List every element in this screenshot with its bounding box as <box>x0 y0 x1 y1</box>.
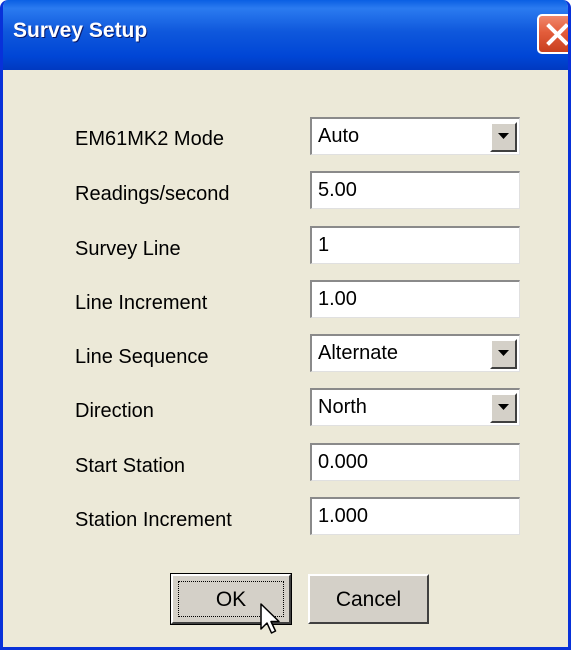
line-sequence-value: Alternate <box>318 342 399 364</box>
dialog-title: Survey Setup <box>13 19 148 42</box>
start-station-label: Start Station <box>75 455 186 477</box>
direction-label: Direction <box>75 400 154 422</box>
start-station-input[interactable]: 0.000 <box>310 443 520 481</box>
line-increment-label: Line Increment <box>75 292 208 314</box>
direction-dropdown-button[interactable] <box>490 393 517 423</box>
line-sequence-select[interactable]: Alternate <box>310 334 520 372</box>
start-station-value: 0.000 <box>318 451 369 473</box>
readings-per-second-value: 5.00 <box>318 179 357 201</box>
survey-line-label: Survey Line <box>75 238 181 260</box>
line-increment-input[interactable]: 1.00 <box>310 280 520 318</box>
cancel-button-label: Cancel <box>335 588 402 611</box>
cancel-button[interactable]: Cancel <box>308 574 429 624</box>
direction-select[interactable]: North <box>310 388 520 426</box>
line-increment-value: 1.00 <box>318 288 357 310</box>
em61mk2-mode-label: EM61MK2 Mode <box>75 128 224 150</box>
readings-per-second-input[interactable]: 5.00 <box>310 171 520 209</box>
line-sequence-label: Line Sequence <box>75 346 209 368</box>
title-bar[interactable]: Survey Setup <box>3 0 568 70</box>
readings-per-second-label: Readings/second <box>75 183 230 205</box>
direction-value: North <box>318 396 367 418</box>
survey-line-value: 1 <box>318 234 330 256</box>
station-increment-label: Station Increment <box>75 509 232 531</box>
survey-line-input[interactable]: 1 <box>310 226 520 264</box>
close-button[interactable] <box>537 14 568 54</box>
station-increment-value: 1.000 <box>318 505 369 527</box>
station-increment-input[interactable]: 1.000 <box>310 497 520 535</box>
line-sequence-dropdown-button[interactable] <box>490 339 517 369</box>
mouse-pointer-icon <box>260 603 282 642</box>
em61mk2-mode-dropdown-button[interactable] <box>490 122 517 152</box>
em61mk2-mode-select[interactable]: Auto <box>310 117 520 155</box>
em61mk2-mode-value: Auto <box>318 125 360 147</box>
survey-setup-dialog: Survey Setup EM61MK2 Mode Auto Readings/… <box>0 0 571 650</box>
